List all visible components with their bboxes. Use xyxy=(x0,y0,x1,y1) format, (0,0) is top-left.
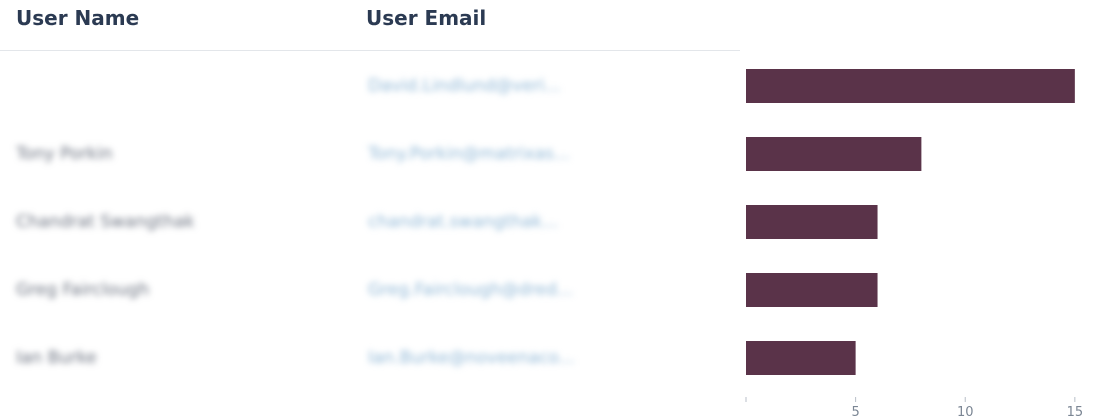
column-header-user-email[interactable]: User Email xyxy=(366,6,486,30)
bar-chart: 5 10 15 xyxy=(745,69,1084,420)
user-email-cell[interactable]: David.Lindlund@veri... xyxy=(368,76,630,96)
user-name-cell: Chandrat Swangthak xyxy=(16,212,195,232)
bar[interactable] xyxy=(746,341,856,375)
x-axis-tick-label: 10 xyxy=(957,405,974,420)
user-name-cell: Greg Fairclough xyxy=(16,280,150,300)
table-row[interactable]: Tony Porkin Tony.Porkin@matrixas... xyxy=(0,120,740,188)
x-axis-tick-label: 15 xyxy=(1067,405,1084,420)
bar[interactable] xyxy=(746,205,878,239)
bar[interactable] xyxy=(746,137,922,171)
bar[interactable] xyxy=(746,69,1075,103)
bar[interactable] xyxy=(746,273,878,307)
user-email-cell[interactable]: Greg.Fairclough@dred... xyxy=(368,280,630,300)
table-row[interactable]: Chandrat Swangthak chandrat.swangthak... xyxy=(0,188,740,256)
table-row[interactable]: Ian Burke Ian.Burke@noveenaco... xyxy=(0,324,740,392)
x-axis-tick-label: 5 xyxy=(851,405,859,420)
table-row[interactable]: David.Lindlund@veri... xyxy=(0,52,740,120)
user-email-cell[interactable]: Ian.Burke@noveenaco... xyxy=(368,348,630,368)
user-name-cell: Tony Porkin xyxy=(16,144,113,164)
user-name-cell: Ian Burke xyxy=(16,348,97,368)
user-email-cell[interactable]: Tony.Porkin@matrixas... xyxy=(368,144,630,164)
user-email-cell[interactable]: chandrat.swangthak... xyxy=(368,212,630,232)
header-divider xyxy=(0,50,740,51)
table-header: User Name User Email xyxy=(0,0,1104,52)
column-header-user-name[interactable]: User Name xyxy=(16,6,139,30)
table-row[interactable]: Greg Fairclough Greg.Fairclough@dred... xyxy=(0,256,740,324)
